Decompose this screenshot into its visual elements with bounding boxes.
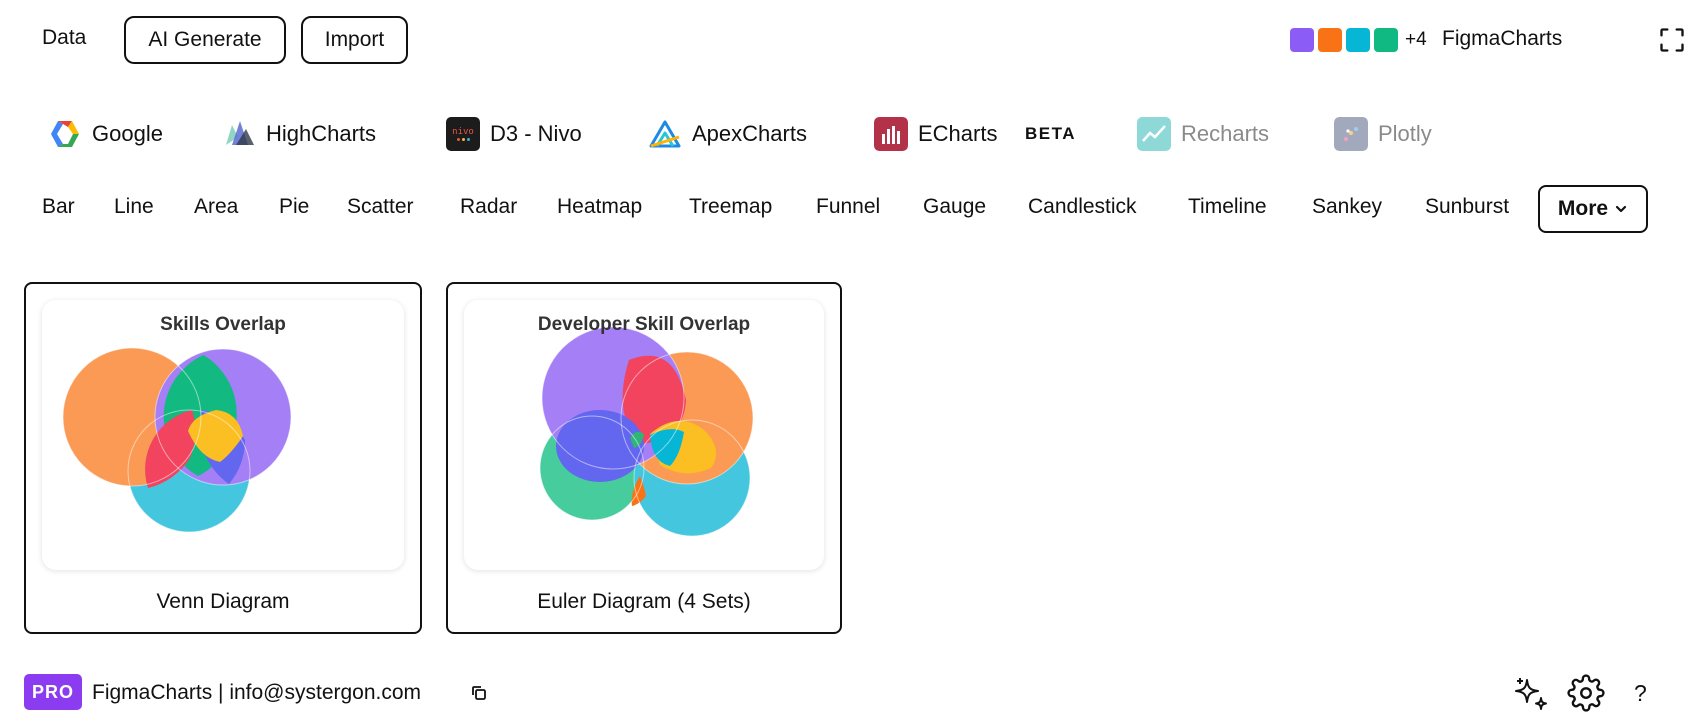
chart-type-candlestick[interactable]: Candlestick	[1028, 195, 1137, 219]
chart-type-bar[interactable]: Bar	[42, 195, 75, 219]
chart-type-timeline[interactable]: Timeline	[1188, 195, 1267, 219]
chart-type-tabs: Bar Line Area Pie Scatter Radar Heatmap …	[0, 185, 1700, 235]
library-tab-label: ECharts	[918, 121, 998, 146]
chart-type-funnel[interactable]: Funnel	[816, 195, 880, 219]
top-bar: Data AI Generate Import +4 FigmaCharts	[0, 0, 1700, 80]
echarts-logo-icon	[874, 117, 908, 151]
euler-diagram-graphic	[539, 326, 754, 537]
chevron-down-icon	[1615, 205, 1627, 213]
library-tab-label: HighCharts	[266, 121, 377, 146]
highcharts-logo-icon	[226, 121, 254, 145]
preview-title: Skills Overlap	[160, 314, 286, 335]
library-tab-label: Recharts	[1181, 121, 1270, 146]
library-tab-echarts[interactable]: ECharts	[874, 112, 997, 156]
beta-badge: BETA	[1025, 124, 1077, 143]
chart-type-gauge[interactable]: Gauge	[923, 195, 986, 219]
chart-card-venn[interactable]: Skills Overlap Venn Diagram	[24, 282, 422, 634]
card-label: Venn Diagram	[156, 590, 290, 613]
chart-type-area[interactable]: Area	[194, 195, 238, 219]
copy-icon[interactable]	[470, 684, 488, 702]
import-button[interactable]: Import	[301, 16, 408, 64]
palette-swatch	[1318, 28, 1342, 52]
library-tab-recharts[interactable]: Recharts	[1137, 112, 1269, 156]
library-tab-plotly[interactable]: Plotly	[1334, 112, 1432, 156]
palette-swatch	[1374, 28, 1398, 52]
color-palette[interactable]	[1290, 28, 1398, 52]
library-tab-d3-nivo[interactable]: nivo D3 - Nivo	[446, 112, 582, 156]
apexcharts-logo-icon	[649, 120, 681, 148]
more-label: More	[1557, 197, 1609, 220]
ai-generate-button[interactable]: AI Generate	[124, 16, 286, 64]
palette-swatch	[1290, 28, 1314, 52]
pro-badge[interactable]: PRO	[24, 674, 82, 710]
chart-preview: Developer Skill Overlap	[464, 300, 824, 570]
chart-type-pie[interactable]: Pie	[279, 195, 309, 219]
chart-preview: Skills Overlap	[42, 300, 404, 570]
google-logo-icon	[51, 121, 79, 147]
nivo-logo-text: nivo	[452, 127, 474, 137]
footer-contact-text: FigmaCharts | info@systergon.com	[92, 681, 422, 704]
library-tab-label: ApexCharts	[692, 121, 807, 146]
chart-type-treemap[interactable]: Treemap	[689, 195, 772, 219]
gear-icon[interactable]	[1567, 674, 1605, 712]
sparkle-icon[interactable]	[1512, 674, 1550, 712]
library-tab-highcharts[interactable]: HighCharts	[222, 112, 376, 156]
chart-type-heatmap[interactable]: Heatmap	[557, 195, 642, 219]
card-label: Euler Diagram (4 Sets)	[537, 590, 751, 613]
chart-type-line[interactable]: Line	[114, 195, 154, 219]
more-dropdown[interactable]: More	[1538, 185, 1648, 233]
recharts-logo-icon	[1137, 117, 1171, 151]
plotly-logo-icon	[1334, 117, 1368, 151]
library-tab-apexcharts[interactable]: ApexCharts	[648, 112, 807, 156]
library-tab-label: Google	[92, 121, 163, 146]
chart-type-sankey[interactable]: Sankey	[1312, 195, 1382, 219]
chart-type-sunburst[interactable]: Sunburst	[1425, 195, 1509, 219]
venn-diagram-graphic	[62, 347, 292, 533]
library-tab-label: Plotly	[1378, 121, 1432, 146]
palette-name[interactable]: FigmaCharts	[1442, 27, 1562, 51]
nivo-logo-icon: nivo	[446, 117, 480, 151]
palette-swatch	[1346, 28, 1370, 52]
footer: PRO FigmaCharts | info@systergon.com ?	[0, 670, 1700, 716]
chart-type-radar[interactable]: Radar	[460, 195, 517, 219]
preview-title: Developer Skill Overlap	[537, 314, 751, 335]
data-tab[interactable]: Data	[42, 26, 86, 50]
library-tab-google[interactable]: Google	[48, 112, 163, 156]
chart-type-scatter[interactable]: Scatter	[347, 195, 414, 219]
chart-card-euler[interactable]: Developer Skill Overlap Euler Diagram (4…	[446, 282, 842, 634]
fullscreen-icon[interactable]	[1658, 26, 1686, 54]
library-tab-label: D3 - Nivo	[490, 121, 582, 146]
help-icon[interactable]: ?	[1634, 680, 1647, 707]
palette-more-count[interactable]: +4	[1405, 29, 1427, 51]
library-tabs: Google HighCharts nivo D3 - Nivo ApexCha…	[0, 112, 1700, 156]
